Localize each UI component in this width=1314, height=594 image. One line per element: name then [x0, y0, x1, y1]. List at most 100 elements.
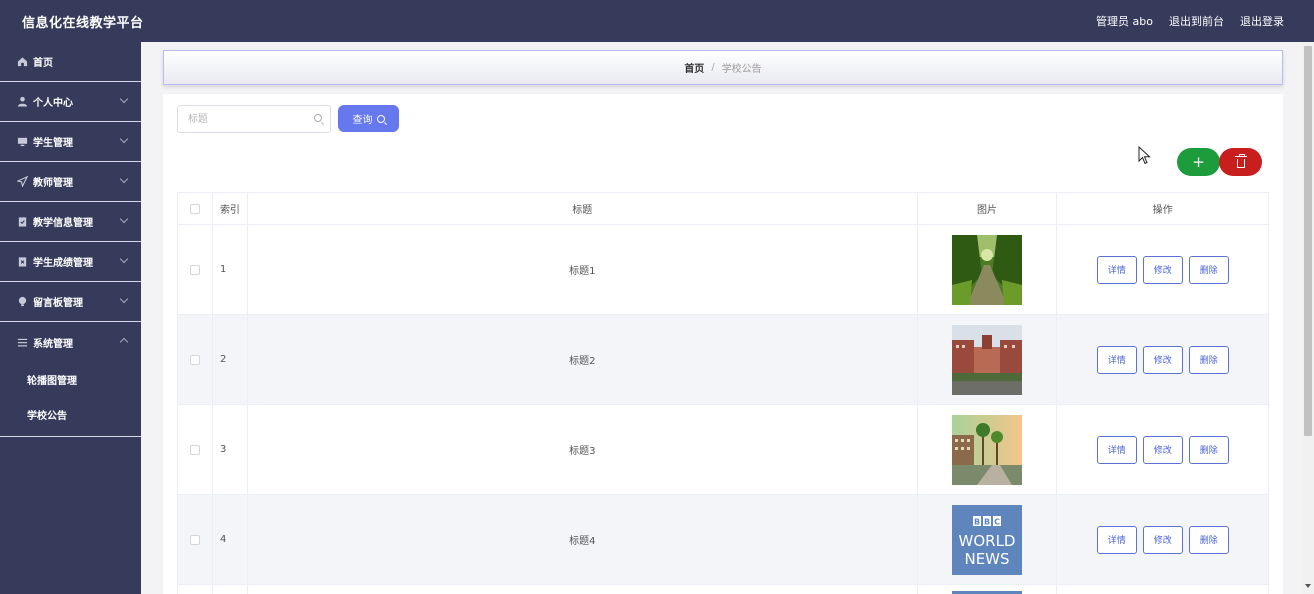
row-checkbox-cell — [178, 585, 213, 594]
lightbulb-icon — [16, 296, 28, 308]
delete-button[interactable]: 删除 — [1188, 345, 1229, 374]
chevron-down-icon — [119, 294, 129, 304]
sidebar: 首页 个人中心 学生管理 教师管理 教学信息管理 学生成绩管理 留言板管理 系统… — [0, 42, 141, 594]
logout-link[interactable]: 退出登录 — [1240, 13, 1284, 29]
scroll-down-arrow-icon[interactable] — [1305, 584, 1311, 588]
add-button[interactable]: + — [1177, 148, 1220, 176]
clipboard-icon — [16, 216, 28, 228]
sidebar-item-label: 教师管理 — [33, 178, 73, 189]
query-button[interactable]: 查询 — [338, 105, 399, 132]
menu-icon — [16, 336, 28, 348]
row-actions: 详情 修改 删除 — [1057, 495, 1268, 584]
delete-button[interactable]: 删除 — [1188, 435, 1229, 464]
content-panel: 查询 + 索引 标题 图片 操作 1 标题1 — [163, 94, 1283, 594]
header-cell-actions: 操作 — [1152, 205, 1173, 216]
mouse-cursor-icon — [1138, 146, 1151, 165]
app-title: 信息化在线教学平台 — [22, 15, 144, 31]
delete-button[interactable]: 删除 — [1188, 525, 1229, 554]
sidebar-subitem-school-notice[interactable]: 学校公告 — [0, 397, 141, 432]
send-icon — [16, 176, 28, 188]
edit-button[interactable]: 修改 — [1142, 345, 1183, 374]
bbc-line-news: NEWS — [965, 550, 1010, 568]
search-icon — [314, 114, 322, 122]
detail-button[interactable]: 详情 — [1096, 435, 1137, 464]
palm-campus-image — [952, 414, 1023, 485]
edit-button[interactable]: 修改 — [1142, 525, 1183, 554]
scrollbar-thumb[interactable] — [1304, 46, 1312, 436]
row-checkbox-cell — [178, 405, 213, 494]
table-row: 1 标题1 详情 修改 删除 — [178, 225, 1268, 315]
sidebar-item-teaching-info[interactable]: 教学信息管理 — [0, 202, 141, 242]
main-content: 首页 / 学校公告 查询 + 索引 标题 图片 操作 — [141, 42, 1302, 594]
select-all-checkbox[interactable] — [189, 203, 200, 214]
sidebar-item-label: 个人中心 — [33, 98, 73, 109]
table-row: 3 标题3 详情 修改 删除 — [178, 405, 1268, 495]
svg-text:B: B — [984, 517, 990, 526]
row-actions — [1057, 585, 1268, 594]
sidebar-item-home[interactable]: 首页 — [0, 42, 141, 82]
sidebar-item-message-board[interactable]: 留言板管理 — [0, 282, 141, 322]
sidebar-subitem-carousel[interactable]: 轮播图管理 — [0, 362, 141, 397]
tree-avenue-image — [952, 234, 1023, 305]
row-checkbox[interactable] — [189, 444, 200, 455]
monitor-icon — [16, 136, 28, 148]
breadcrumb-current: 学校公告 — [721, 64, 762, 75]
chevron-down-icon — [119, 254, 129, 264]
row-image-cell: B B C WORLD NEWS — [918, 495, 1058, 584]
chevron-down-icon — [119, 94, 129, 104]
row-index — [213, 585, 248, 594]
sidebar-item-system-management[interactable]: 系统管理 — [0, 322, 141, 362]
row-title: 标题2 — [248, 315, 918, 404]
sidebar-item-label: 系统管理 — [33, 338, 73, 350]
row-actions: 详情 修改 删除 — [1057, 405, 1268, 494]
row-actions: 详情 修改 删除 — [1057, 225, 1268, 314]
user-icon — [16, 96, 28, 108]
breadcrumb-separator: / — [711, 62, 715, 73]
row-image-cell — [918, 405, 1058, 494]
sidebar-item-label: 教学信息管理 — [33, 218, 93, 229]
sidebar-item-personal-center[interactable]: 个人中心 — [0, 82, 141, 122]
chevron-down-icon — [119, 134, 129, 144]
row-checkbox[interactable] — [189, 264, 200, 275]
system-submenu: 轮播图管理 学校公告 — [0, 362, 141, 437]
sidebar-item-teacher-management[interactable]: 教师管理 — [0, 162, 141, 202]
back-to-front-link[interactable]: 退出到前台 — [1169, 13, 1224, 29]
header-cell-title: 标题 — [248, 193, 918, 224]
bbc-line-world: WORLD — [959, 532, 1016, 550]
vertical-scrollbar[interactable] — [1302, 42, 1314, 594]
sidebar-item-student-management[interactable]: 学生管理 — [0, 122, 141, 162]
table-row: 4 标题4 B B C WORLD NEWS 详情 修改 删除 — [178, 495, 1268, 585]
svg-text:C: C — [994, 517, 1000, 526]
bbc-world-news-image: B B C WORLD NEWS — [952, 504, 1023, 575]
campus-building-image — [952, 324, 1023, 395]
row-checkbox[interactable] — [189, 534, 200, 545]
search-input[interactable] — [177, 105, 331, 133]
sidebar-item-student-grades[interactable]: 学生成绩管理 — [0, 242, 141, 282]
sidebar-item-label: 首页 — [33, 58, 53, 69]
row-actions: 详情 修改 删除 — [1057, 315, 1268, 404]
edit-button[interactable]: 修改 — [1142, 435, 1183, 464]
batch-delete-button[interactable] — [1219, 148, 1262, 176]
detail-button[interactable]: 详情 — [1096, 255, 1137, 284]
row-image-cell — [918, 585, 1058, 594]
detail-button[interactable]: 详情 — [1096, 525, 1137, 554]
detail-button[interactable]: 详情 — [1096, 345, 1137, 374]
query-button-label: 查询 — [352, 115, 373, 126]
row-index: 3 — [213, 405, 248, 494]
chevron-down-icon — [119, 214, 129, 224]
sidebar-item-label: 学生成绩管理 — [33, 258, 93, 269]
admin-label: 管理员 abo — [1096, 15, 1153, 28]
edit-button[interactable]: 修改 — [1142, 255, 1183, 284]
row-checkbox[interactable] — [189, 354, 200, 365]
table-row — [178, 585, 1268, 594]
chevron-down-icon — [119, 174, 129, 184]
table-header: 索引 标题 图片 操作 — [178, 193, 1268, 225]
trash-icon — [1234, 153, 1247, 168]
search-icon — [376, 114, 385, 123]
delete-button[interactable]: 删除 — [1188, 255, 1229, 284]
row-checkbox-cell — [178, 315, 213, 404]
row-title: 标题3 — [248, 405, 918, 494]
breadcrumb-home[interactable]: 首页 — [684, 60, 704, 75]
notice-table: 索引 标题 图片 操作 1 标题1 详情 修改 删除 2 标题2 详情 修改 删… — [177, 192, 1269, 594]
sidebar-item-label: 学生管理 — [33, 138, 73, 149]
